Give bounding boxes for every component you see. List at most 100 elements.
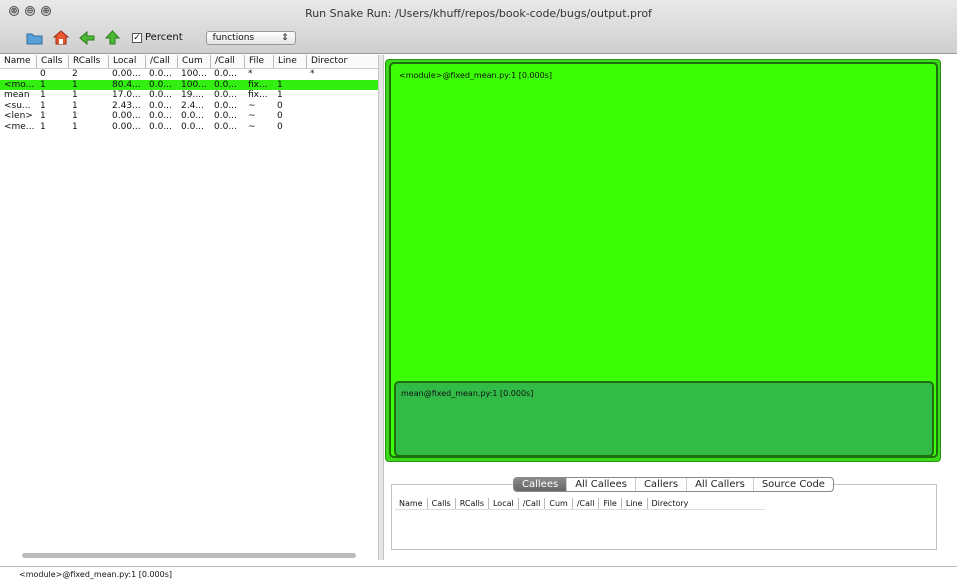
table-cell: 17.0...	[112, 90, 141, 100]
table-cell: 0	[277, 100, 283, 111]
table-cell: 0.0...	[214, 121, 237, 132]
table-cell: <su...	[4, 100, 31, 111]
module-box-label: <module>@fixed_mean.py:1 [0.000s]	[399, 71, 553, 80]
table-cell	[306, 101, 348, 112]
back-icon[interactable]	[78, 30, 95, 45]
table-cell: 0	[277, 111, 283, 121]
column-header[interactable]: Name	[0, 55, 36, 68]
table-cell: 0.0...	[149, 79, 172, 90]
column-header[interactable]: Calls	[36, 55, 68, 68]
detail-column-header[interactable]: RCalls	[454, 498, 488, 509]
up-icon[interactable]	[104, 30, 121, 45]
table-cell: 0.0...	[214, 90, 237, 100]
table-cell: 2	[72, 69, 78, 79]
table-cell: 1	[72, 79, 78, 90]
tab-all-callees[interactable]: All Callees	[566, 478, 635, 491]
detail-column-header[interactable]: Cum	[544, 498, 571, 509]
detail-column-header[interactable]: Calls	[426, 498, 455, 509]
table-cell: fix...	[248, 79, 268, 90]
table-cell: 2.43...	[112, 100, 141, 111]
table-cell: 1	[277, 79, 283, 90]
percent-toggle[interactable]: ✓ Percent	[132, 32, 183, 43]
table-cell	[0, 69, 36, 80]
table-cell: *	[310, 69, 315, 79]
table-cell: 1	[40, 111, 46, 121]
column-header[interactable]: Local	[108, 55, 145, 68]
table-row[interactable]: mean 1 1 17.0... 0.0... 19.... 0.0... fix... 1	[0, 90, 378, 101]
table-cell: 0	[277, 121, 283, 132]
table-cell: 1	[72, 111, 78, 121]
table-cell: 0.0...	[214, 69, 237, 79]
table-cell: 0.00...	[112, 111, 141, 121]
window-title: Run Snake Run: /Users/khuff/repos/book-c…	[305, 7, 652, 20]
table-cell	[306, 122, 348, 133]
table-cell: ~	[248, 100, 256, 111]
table-cell: 1	[40, 121, 46, 132]
detail-tabs: Callees All Callees Callers All Callers Sour…	[513, 477, 834, 492]
table-cell: 0.0...	[181, 121, 204, 132]
tab-callers[interactable]: Callers	[634, 478, 686, 491]
table-cell: 80.4...	[112, 79, 141, 90]
tab-source-code[interactable]: Source Code	[752, 478, 833, 491]
detail-column-header[interactable]: /Call	[517, 498, 545, 509]
status-text: <module>@fixed_mean.py:1 [0.000s]	[19, 570, 173, 579]
table-row[interactable]: <mo... 1 1 80.4... 0.0... 100... 0.0... fix... 1	[0, 79, 378, 91]
column-header[interactable]: File	[244, 55, 273, 68]
open-folder-icon[interactable]	[26, 30, 43, 45]
column-header[interactable]: Cum	[177, 55, 210, 68]
table-cell: <me...	[4, 121, 35, 132]
table-header: Name Calls RCalls Local/Call Cum/Call File Lin…	[0, 55, 378, 69]
title-bar: ⊗ ⊖ ⊕ Run Snake Run: /Users/khuff/repos/…	[0, 0, 957, 54]
table-cell: 1	[277, 90, 283, 100]
detail-column-header[interactable]: Name	[395, 498, 427, 509]
table-cell: 0	[40, 69, 46, 79]
table-row[interactable]: <su... 1 1 2.43... 0.0... 2.4... 0.0... ~0	[0, 101, 378, 112]
toolbar: ✓ Percent functions ⇕	[26, 30, 296, 45]
detail-table-header: Name Calls RCalls Local/Call Cum/Call File Lin…	[395, 498, 765, 510]
column-header[interactable]: /Call	[145, 55, 177, 68]
table-cell: 0.0...	[149, 111, 172, 121]
table-row[interactable]: 0 2 0.00... 0.0... 100... 0.0... * *	[0, 69, 378, 80]
table-cell: 0.0...	[149, 90, 172, 100]
table-body: 0 2 0.00... 0.0... 100... 0.0... * * <mo... 1 1 80.…	[0, 69, 378, 132]
table-cell: ~	[248, 111, 256, 121]
detail-column-header[interactable]: File	[598, 498, 620, 509]
select-arrows-icon: ⇕	[281, 32, 289, 43]
table-cell: 1	[40, 79, 46, 90]
mean-box-label: mean@fixed_mean.py:1 [0.000s]	[401, 389, 534, 398]
table-row[interactable]: <len> 1 1 0.00... 0.0... 0.0... 0.0... ~0	[0, 111, 378, 122]
tab-all-callers[interactable]: All Callers	[686, 478, 753, 491]
table-cell: 0.0...	[149, 121, 172, 132]
table-cell: mean	[4, 90, 30, 100]
detail-column-header[interactable]: Directory	[646, 498, 693, 509]
table-cell: 100...	[181, 69, 207, 79]
detail-column-header[interactable]: Line	[620, 498, 647, 509]
home-icon[interactable]	[52, 30, 69, 45]
column-header[interactable]: /Call	[210, 55, 244, 68]
table-cell: 1	[40, 90, 46, 100]
table-cell: 0.0...	[214, 100, 237, 111]
column-header[interactable]: Line	[273, 55, 306, 68]
view-select-value: functions	[212, 32, 255, 43]
table-cell	[306, 111, 348, 122]
percent-checkbox[interactable]: ✓	[132, 32, 142, 43]
table-cell: 1	[72, 100, 78, 111]
column-header[interactable]: Directory	[306, 55, 348, 68]
table-cell: <mo...	[4, 79, 35, 90]
table-cell	[306, 80, 348, 91]
detail-column-header[interactable]: Local	[487, 498, 518, 509]
status-bar: <module>@fixed_mean.py:1 [0.000s]	[0, 566, 957, 585]
table-cell: 19....	[181, 90, 204, 100]
detail-column-header[interactable]: /Call	[571, 498, 599, 509]
tab-callees[interactable]: Callees	[514, 478, 567, 491]
column-header[interactable]: RCalls	[68, 55, 108, 68]
table-cell: 0.0...	[149, 100, 172, 111]
square-map-mean-box[interactable]: mean@fixed_mean.py:1 [0.000s]	[394, 381, 934, 457]
table-row[interactable]: <me... 1 1 0.00... 0.0... 0.0... 0.0... ~0	[0, 122, 378, 133]
table-cell: 0.00...	[112, 69, 141, 79]
table-cell: ~	[248, 121, 256, 132]
pane-splitter[interactable]	[378, 55, 384, 560]
view-select[interactable]: functions ⇕	[205, 30, 296, 45]
horizontal-scrollbar[interactable]	[22, 553, 356, 558]
table-cell	[306, 90, 348, 101]
